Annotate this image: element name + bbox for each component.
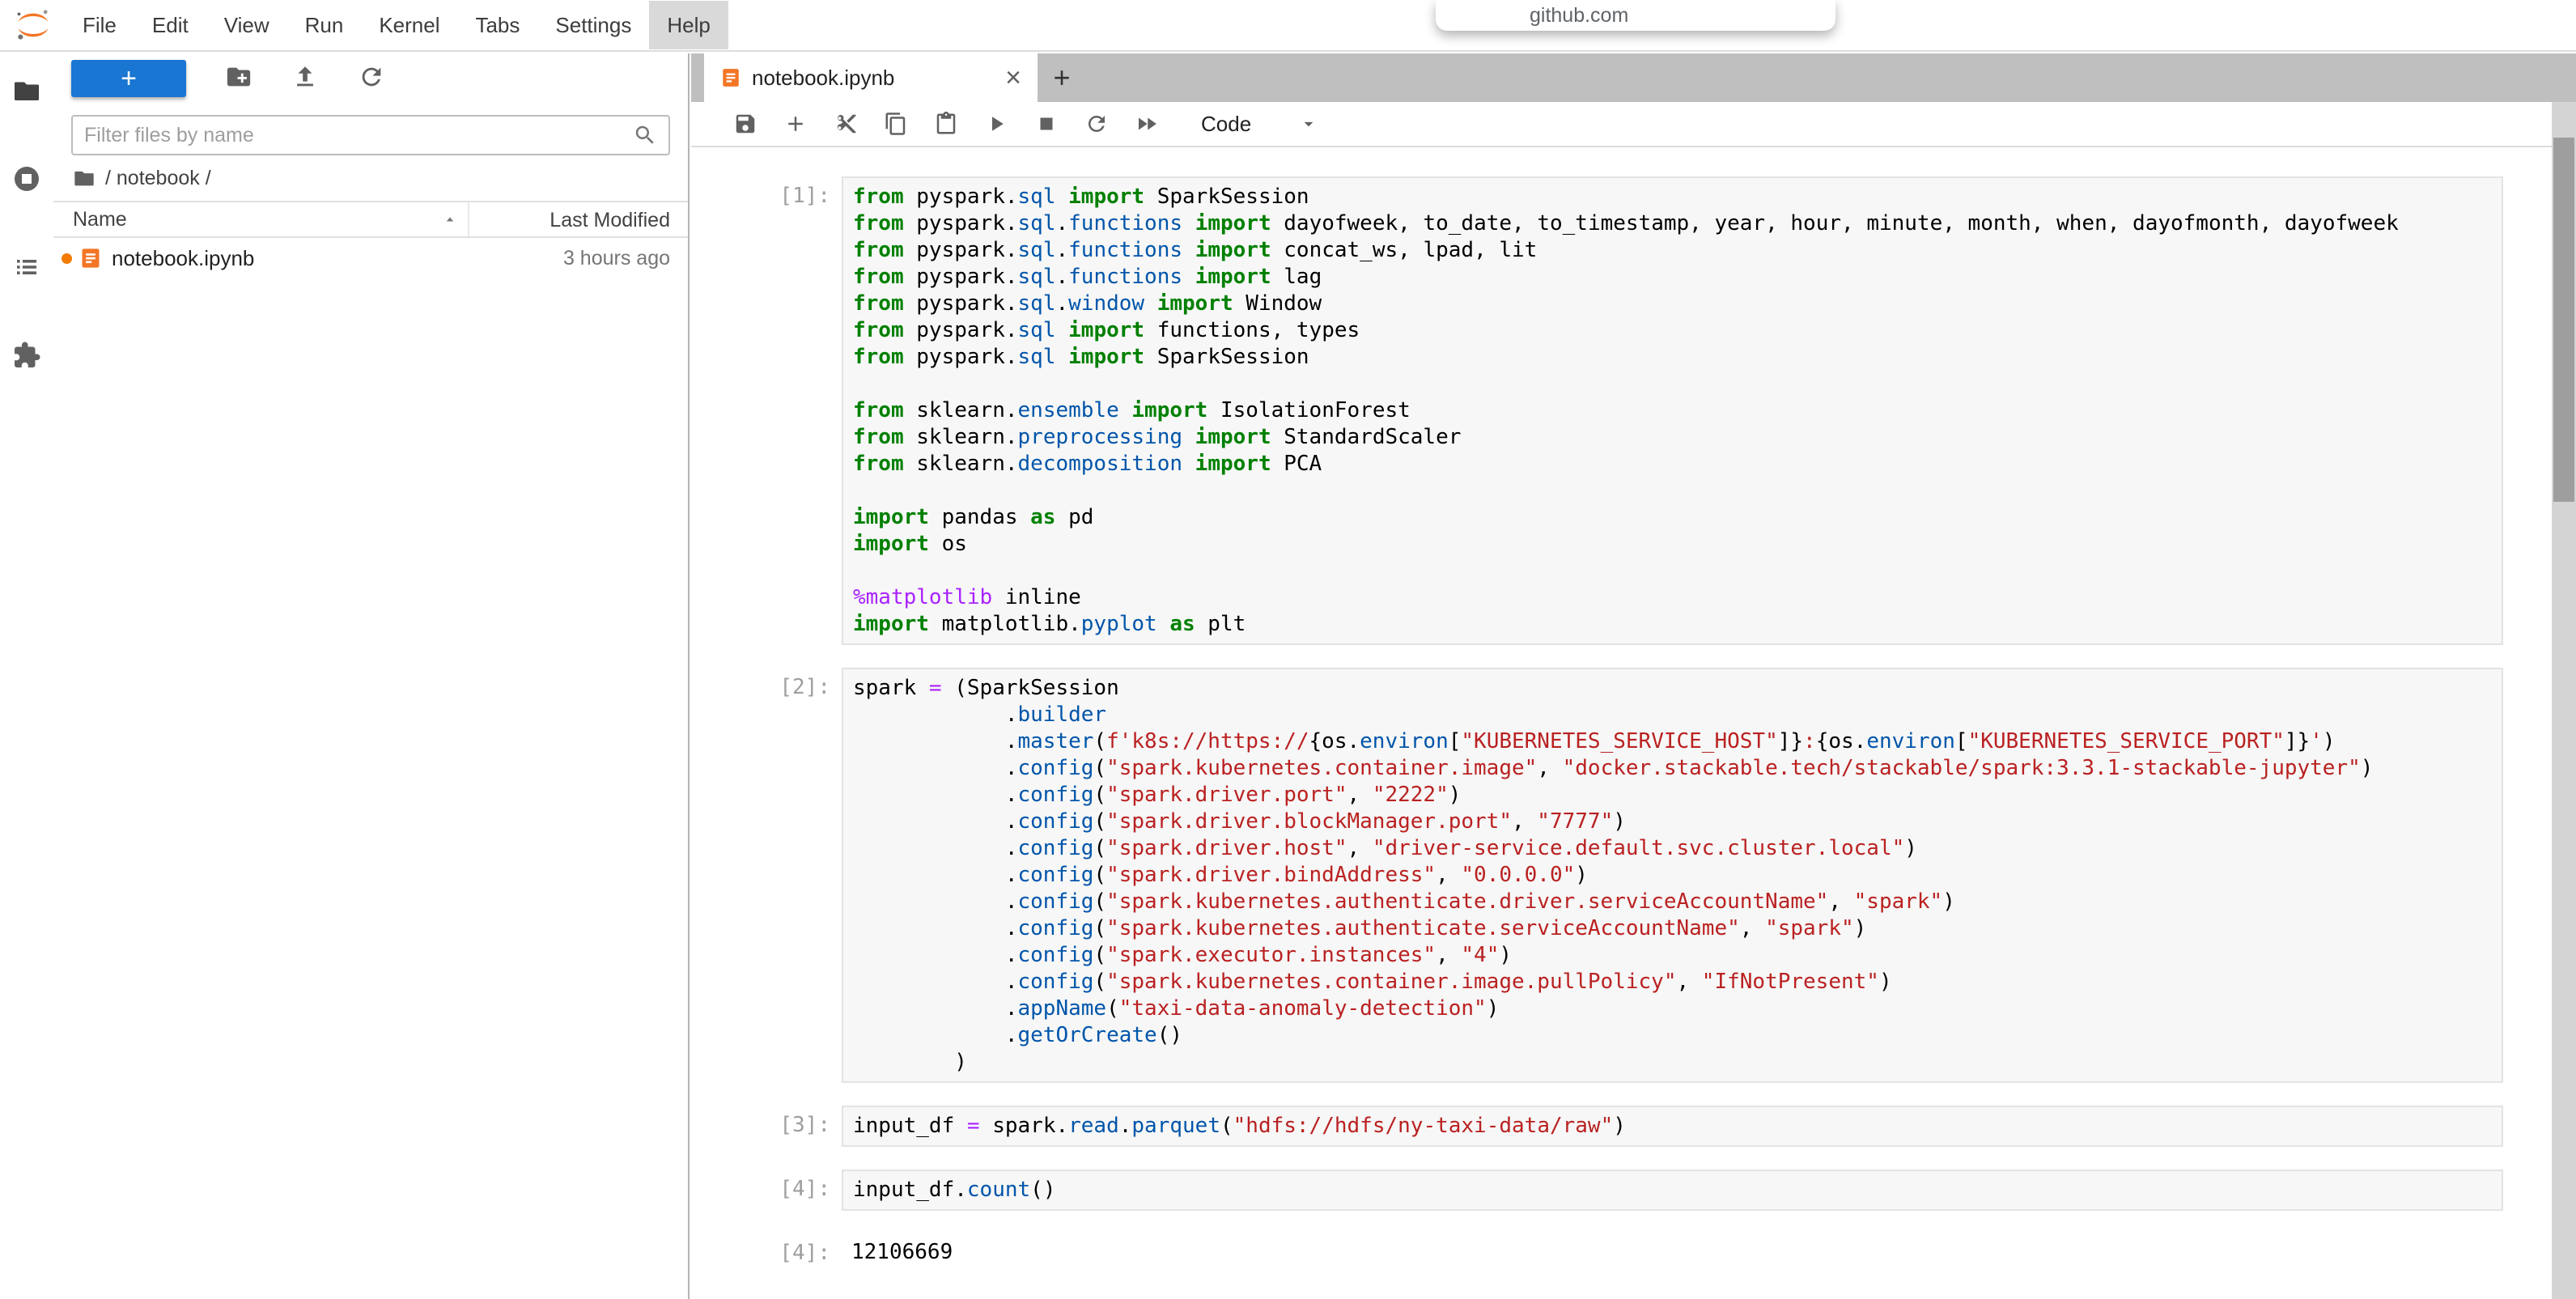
filter-files-input[interactable] — [84, 124, 633, 147]
column-header-last-modified[interactable]: Last Modified — [468, 202, 688, 236]
run-cell-icon[interactable] — [982, 110, 1010, 138]
cut-cells-icon[interactable] — [832, 110, 859, 138]
menu-kernel[interactable]: Kernel — [361, 1, 457, 49]
home-folder-icon — [73, 167, 95, 189]
column-header-name[interactable]: Name — [53, 202, 468, 236]
menu-view[interactable]: View — [206, 1, 287, 49]
execution-prompt: [4]: — [691, 1233, 842, 1271]
tab-bar: notebook.ipynb × + — [691, 53, 2576, 102]
cell-output-area: 12106669 — [842, 1233, 2503, 1271]
popup-domain-text: github.com — [1530, 4, 1628, 28]
breadcrumb[interactable]: / notebook / — [53, 155, 688, 201]
refresh-icon[interactable] — [358, 63, 385, 95]
new-folder-icon[interactable] — [225, 63, 253, 95]
add-cell-icon[interactable] — [782, 110, 809, 138]
cell-editor[interactable]: from pyspark.sql import SparkSessionfrom… — [842, 176, 2503, 645]
menu-file[interactable]: File — [65, 1, 134, 49]
add-tab-button[interactable]: + — [1038, 53, 1086, 102]
file-name: notebook.ipynb — [112, 246, 254, 271]
menu-edit[interactable]: Edit — [134, 1, 206, 49]
scrollbar-thumb[interactable] — [2553, 138, 2574, 502]
code-cell: [2]:spark = (SparkSession .builder .mast… — [691, 668, 2503, 1083]
restart-run-all-icon[interactable] — [1133, 110, 1161, 138]
running-kernels-icon[interactable] — [12, 164, 41, 197]
execution-prompt: [3]: — [691, 1106, 842, 1147]
code-cell: [4]:input_df.count() — [691, 1170, 2503, 1211]
notebook-tab-icon — [720, 67, 741, 88]
file-last-modified: 3 hours ago — [563, 247, 670, 270]
copy-cells-icon[interactable] — [882, 110, 910, 138]
menu-tabs[interactable]: Tabs — [457, 1, 537, 49]
notebook-toolbar: Code — [691, 102, 2576, 147]
cell-editor[interactable]: input_df.count() — [842, 1170, 2503, 1211]
stop-kernel-icon[interactable] — [1033, 110, 1060, 138]
chevron-down-icon — [1298, 113, 1319, 134]
file-browser-panel: + / notebook / Name Last Modified — [53, 53, 690, 1299]
file-list-header: Name Last Modified — [53, 201, 688, 238]
upload-icon[interactable] — [291, 63, 319, 95]
kernel-running-dot — [62, 253, 72, 264]
menu-bar: File Edit View Run Kernel Tabs Settings … — [0, 0, 2576, 52]
main-dock-panel: notebook.ipynb × + — [691, 53, 2576, 1299]
code-cell: [3]:input_df = spark.read.parquet("hdfs:… — [691, 1106, 2503, 1147]
menu-help[interactable]: Help — [649, 1, 728, 49]
tab-title: notebook.ipynb — [752, 66, 894, 91]
output-cell: [4]:12106669 — [691, 1233, 2503, 1271]
filter-files-box — [71, 115, 670, 155]
sort-ascending-icon — [442, 211, 458, 227]
file-row[interactable]: notebook.ipynb 3 hours ago — [53, 238, 688, 278]
save-icon[interactable] — [732, 110, 759, 138]
notebook-file-icon — [79, 247, 102, 270]
vertical-scrollbar[interactable] — [2552, 102, 2576, 1299]
extensions-icon[interactable] — [12, 341, 41, 374]
paste-cells-icon[interactable] — [932, 110, 960, 138]
menu-settings[interactable]: Settings — [537, 1, 649, 49]
cell-editor[interactable]: input_df = spark.read.parquet("hdfs://hd… — [842, 1106, 2503, 1147]
execution-prompt: [1]: — [691, 176, 842, 645]
notebook-content: [1]:from pyspark.sql import SparkSession… — [691, 147, 2552, 1299]
table-of-contents-icon[interactable] — [12, 253, 41, 286]
tab-notebook[interactable]: notebook.ipynb × — [704, 53, 1038, 102]
execution-prompt: [2]: — [691, 668, 842, 1083]
search-icon — [633, 123, 657, 147]
code-cell: [1]:from pyspark.sql import SparkSession… — [691, 176, 2503, 645]
menu-run[interactable]: Run — [287, 1, 362, 49]
execution-prompt: [4]: — [691, 1170, 842, 1211]
activity-bar — [0, 53, 53, 1299]
notebook-cells: [1]:from pyspark.sql import SparkSession… — [691, 176, 2552, 1271]
file-browser-toolbar: + — [53, 53, 688, 104]
jupyter-logo — [15, 6, 52, 44]
browser-popup-fragment: github.com — [1436, 0, 1835, 31]
tab-close-icon[interactable]: × — [1005, 67, 1021, 88]
cell-type-value: Code — [1201, 112, 1251, 137]
new-launcher-button[interactable]: + — [71, 60, 186, 97]
cell-editor[interactable]: spark = (SparkSession .builder .master(f… — [842, 668, 2503, 1083]
breadcrumb-path: / notebook / — [105, 167, 211, 190]
file-browser-icon[interactable] — [12, 76, 41, 109]
restart-kernel-icon[interactable] — [1083, 110, 1110, 138]
cell-type-dropdown[interactable]: Code — [1201, 112, 1319, 137]
